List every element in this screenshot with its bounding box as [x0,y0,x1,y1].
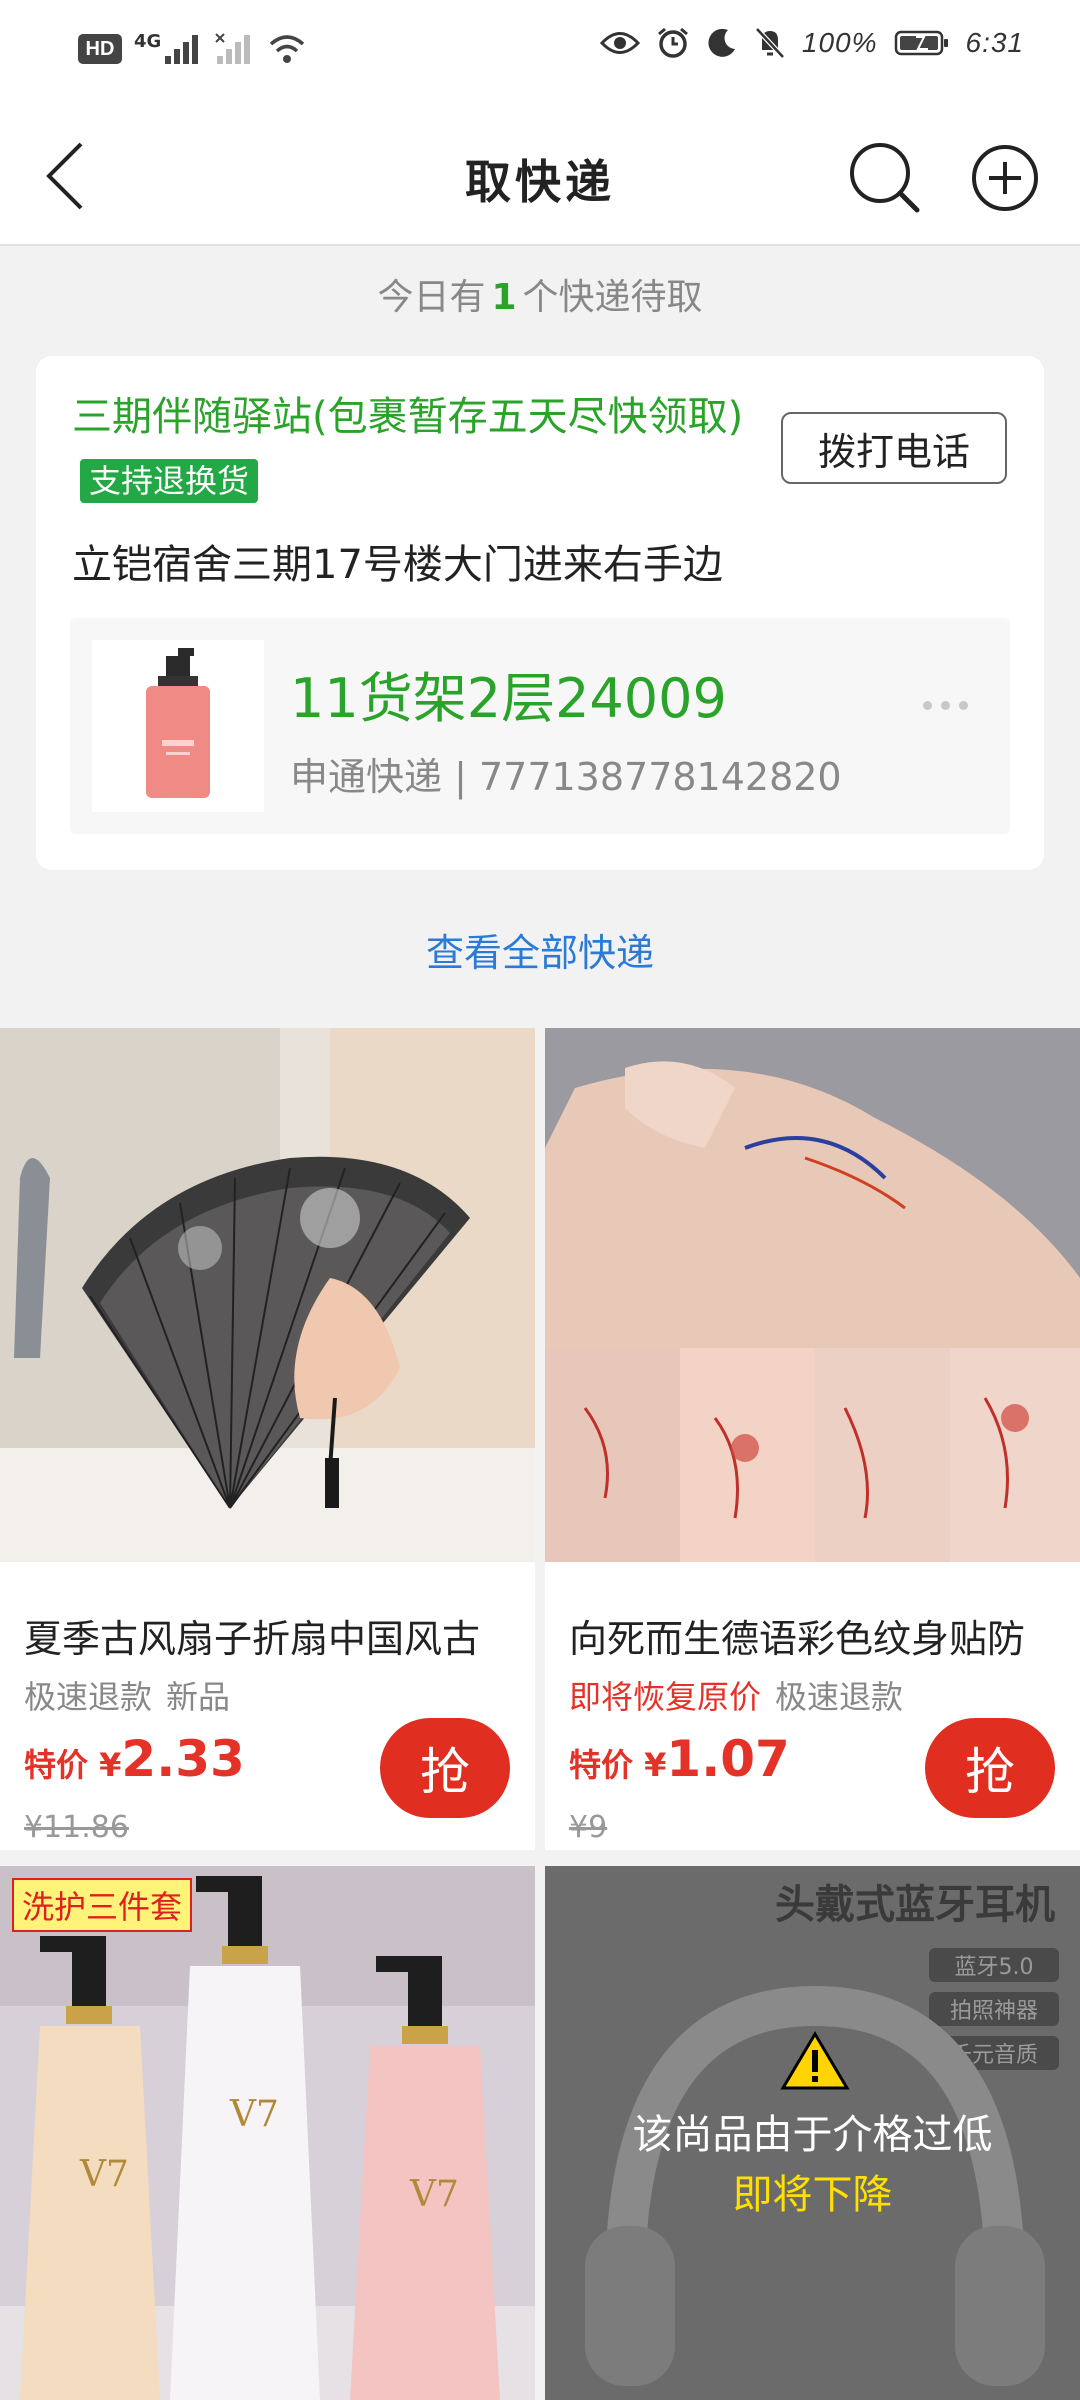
more-options-button[interactable] [910,690,980,720]
product-card[interactable]: V7 V7 V7 洗护三件套 [0,1866,535,2400]
status-bar: HD 4G 100% 6:31 [0,0,1080,108]
product-card[interactable]: 夏季古风扇子折扇中国风古 极速退款 新品 特价 ¥2.33 ¥11.86 抢 [0,1028,535,1850]
package-thumbnail [92,640,264,812]
more-dot [922,700,932,710]
nav-bar: 取快递 [0,108,1080,246]
product-tags: 极速退款 新品 [24,1672,244,1718]
grab-button[interactable]: 抢 [380,1718,510,1818]
battery-percent: 100% [801,27,878,58]
add-button[interactable] [965,138,1045,218]
product-card[interactable]: 头戴式蓝牙耳机 蓝牙5.0 拍照神器 千元音质 该尚品由于介格过低 即将下降 [545,1866,1080,2400]
pending-count: 1 [491,277,517,318]
plus-circle-icon [972,145,1038,211]
station-address: 立铠宿舍三期17号楼大门进来右手边 [72,542,723,588]
view-all-link[interactable]: 查看全部快递 [0,922,1080,977]
hd-icon: HD [78,34,122,64]
clock: 6:31 [965,27,1024,58]
grab-button[interactable]: 抢 [925,1718,1055,1818]
eye-icon [599,32,640,54]
product-tag: 极速退款 [24,1678,153,1716]
summary-suffix: 个快递待取 [522,277,703,318]
feature-label: 蓝牙5.0 [955,1955,1034,1980]
summary-prefix: 今日有 [377,277,486,318]
package-product-image [146,648,210,798]
pending-summary: 今日有 1 个快递待取 [0,268,1080,320]
tattoo-sticker-image [545,1028,1080,1562]
image-title: 头戴式蓝牙耳机 [775,1882,1055,1928]
signal-off-icon [215,33,251,64]
price-label: 特价 ¥ [24,1746,122,1784]
station-name-text: 三期伴随驿站(包裹暂存五天尽快领取) [72,394,744,440]
folding-fan-image [0,1028,535,1562]
price-value: 2.33 [121,1730,245,1788]
more-dot [958,700,968,710]
product-tag: 即将恢复原价 [569,1678,762,1716]
status-left: HD 4G [78,30,307,66]
product-price: 特价 ¥1.07 [569,1730,790,1788]
product-card[interactable]: 向死而生德语彩色纹身贴防 即将恢复原价 极速退款 特价 ¥1.07 ¥9 抢 [545,1028,1080,1850]
search-button[interactable] [845,138,925,218]
feature-label: 拍照神器 [950,1999,1038,2024]
more-dot [940,700,950,710]
price-warning-text: 该尚品由于介格过低 [632,2112,993,2158]
battery-icon [894,30,948,56]
courier-info: 申通快递 | 777138778142820 [290,755,842,799]
product-price: 特价 ¥2.33 [24,1730,245,1788]
product-badge: 洗护三件套 [12,1878,193,1932]
mute-bell-icon [755,27,785,59]
bottle-label: V7 [79,2154,129,2195]
return-exchange-tag: 支持退换货 [80,459,259,503]
search-icon [850,143,920,213]
network-4g-label: 4G [134,30,162,52]
product-tags: 即将恢复原价 极速退款 [569,1672,917,1718]
product-tag: 新品 [166,1678,231,1716]
product-name: 夏季古风扇子折扇中国风古 [24,1617,481,1661]
original-price: ¥9 [569,1810,608,1845]
product-name: 向死而生德语彩色纹身贴防 [569,1617,1026,1661]
wifi-icon [270,35,305,63]
alarm-icon [657,27,688,58]
bottle-label: V7 [409,2174,459,2215]
product-tag: 极速退款 [775,1678,904,1716]
shampoo-set-image: V7 V7 V7 [0,1866,535,2400]
station-name[interactable]: 三期伴随驿站(包裹暂存五天尽快领取) 支持退换货 [72,386,812,510]
bottle-label: V7 [229,2094,279,2135]
price-warning-highlight: 即将下降 [732,2172,893,2218]
moon-icon [708,28,735,57]
price-label: 特价 ¥ [569,1746,667,1784]
package-item[interactable]: 11货架2层24009 申通快递 | 777138778142820 [70,618,1010,834]
shelf-code: 11货架2层24009 [290,667,727,730]
status-right: 100% 6:31 [599,26,1024,60]
signal-icon [165,35,199,64]
pickup-card: 三期伴随驿站(包裹暂存五天尽快领取) 支持退换货 拨打电话 立铠宿舍三期17号楼… [36,356,1044,870]
price-value: 1.07 [666,1730,790,1788]
original-price: ¥11.86 [24,1810,129,1845]
call-button[interactable]: 拨打电话 [781,412,1007,484]
